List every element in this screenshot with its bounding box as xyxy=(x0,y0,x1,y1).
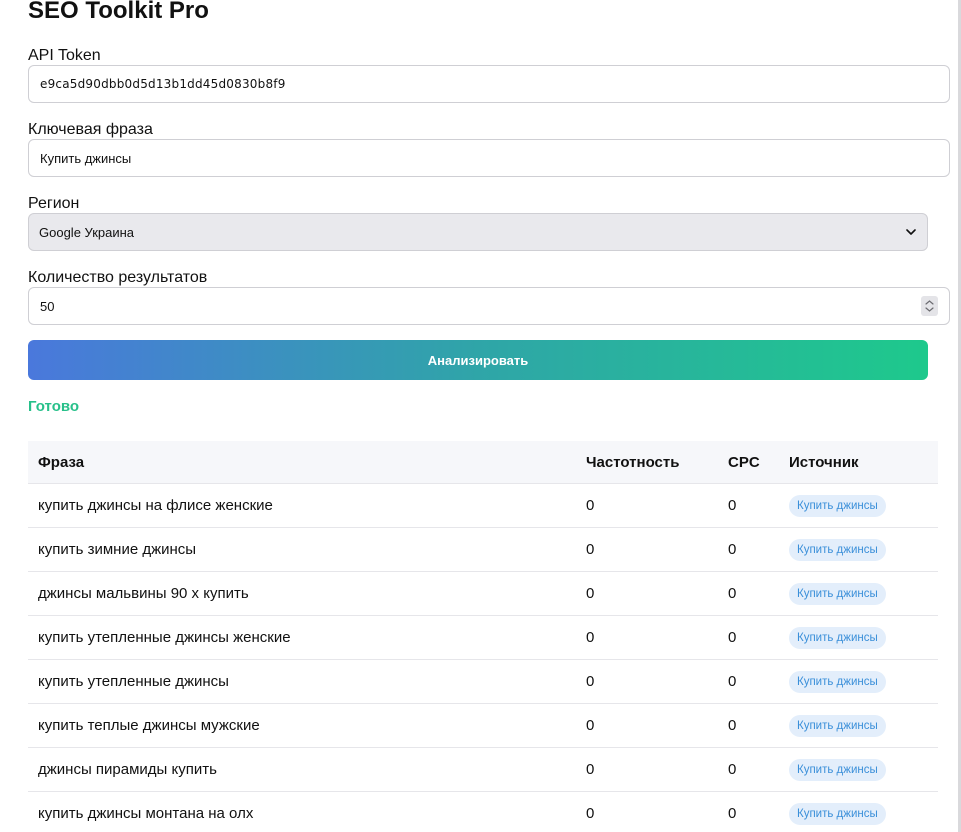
region-select[interactable]: Google Украина xyxy=(28,213,928,251)
count-input[interactable]: 50 xyxy=(28,287,950,325)
keyword-label: Ключевая фраза xyxy=(28,121,153,138)
row-frequency: 0 xyxy=(586,527,728,572)
token-label: API Token xyxy=(28,47,101,64)
count-value: 50 xyxy=(40,298,55,314)
region-selected-value: Google Украина xyxy=(39,224,135,240)
row-phrase: джинсы пирамиды купить xyxy=(28,747,586,792)
source-badge: Купить джинсы xyxy=(789,538,886,561)
row-cpc: 0 xyxy=(728,571,789,616)
chevron-down-icon xyxy=(905,226,917,238)
row-cpc: 0 xyxy=(728,483,789,528)
row-phrase: купить теплые джинсы мужские xyxy=(28,703,586,748)
row-phrase: купить джинсы на флисе женские xyxy=(28,483,586,528)
row-cpc: 0 xyxy=(728,527,789,572)
row-cpc: 0 xyxy=(728,615,789,660)
source-badge: Купить джинсы xyxy=(789,670,886,693)
source-badge: Купить джинсы xyxy=(789,494,886,517)
table-header-row: Фраза Частотность CPC Источник xyxy=(28,441,938,484)
header-source: Источник xyxy=(789,441,938,484)
header-phrase: Фраза xyxy=(28,441,586,484)
row-frequency: 0 xyxy=(586,703,728,748)
row-frequency: 0 xyxy=(586,483,728,528)
table-row: купить утепленные джинсы 0 0 Купить джин… xyxy=(28,659,938,704)
source-badge: Купить джинсы xyxy=(789,758,886,781)
row-frequency: 0 xyxy=(586,747,728,792)
analyze-button[interactable]: Анализировать xyxy=(28,340,928,380)
row-frequency: 0 xyxy=(586,571,728,616)
row-phrase: джинсы мальвины 90 х купить xyxy=(28,571,586,616)
status-text: Готово xyxy=(28,398,80,415)
source-badge: Купить джинсы xyxy=(789,802,886,825)
source-badge: Купить джинсы xyxy=(789,626,886,649)
row-frequency: 0 xyxy=(586,615,728,660)
table-row: джинсы пирамиды купить 0 0 Купить джинсы xyxy=(28,747,938,792)
table-row: купить зимние джинсы 0 0 Купить джинсы xyxy=(28,527,938,572)
results-table: Фраза Частотность CPC Источник купить дж… xyxy=(28,441,938,832)
spinner-down-icon[interactable] xyxy=(925,307,934,312)
table-row: джинсы мальвины 90 х купить 0 0 Купить д… xyxy=(28,571,938,616)
count-label: Количество результатов xyxy=(28,269,208,286)
keyword-input[interactable] xyxy=(28,139,950,177)
row-frequency: 0 xyxy=(586,791,728,832)
row-phrase: купить утепленные джинсы женские xyxy=(28,615,586,660)
row-cpc: 0 xyxy=(728,659,789,704)
table-row: купить утепленные джинсы женские 0 0 Куп… xyxy=(28,615,938,660)
source-badge: Купить джинсы xyxy=(789,582,886,605)
row-phrase: купить джинсы монтана на олх xyxy=(28,791,586,832)
row-phrase: купить зимние джинсы xyxy=(28,527,586,572)
table-row: купить джинсы на флисе женские 0 0 Купит… xyxy=(28,483,938,528)
page: SEO Toolkit Pro API Token Ключевая фраза… xyxy=(0,0,961,832)
source-badge: Купить джинсы xyxy=(789,714,886,737)
table-row: купить джинсы монтана на олх 0 0 Купить … xyxy=(28,791,938,832)
row-cpc: 0 xyxy=(728,791,789,832)
spinner-icon[interactable] xyxy=(921,296,938,316)
spinner-up-icon[interactable] xyxy=(925,300,934,305)
header-cpc: CPC xyxy=(728,441,789,484)
token-input[interactable] xyxy=(28,65,950,103)
row-cpc: 0 xyxy=(728,747,789,792)
row-frequency: 0 xyxy=(586,659,728,704)
app-title: SEO Toolkit Pro xyxy=(28,0,209,24)
header-frequency: Частотность xyxy=(586,441,728,484)
row-cpc: 0 xyxy=(728,703,789,748)
region-label: Регион xyxy=(28,195,80,212)
table-row: купить теплые джинсы мужские 0 0 Купить … xyxy=(28,703,938,748)
row-phrase: купить утепленные джинсы xyxy=(28,659,586,704)
